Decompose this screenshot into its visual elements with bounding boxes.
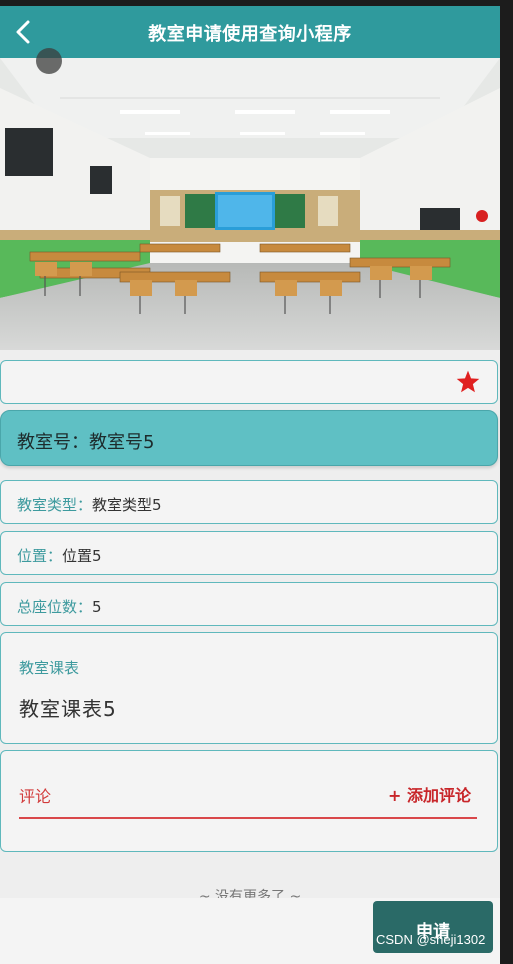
seats-value: 5: [92, 598, 102, 616]
schedule-value: 教室课表5: [19, 697, 117, 721]
position: 位置：位置5: [17, 545, 102, 566]
seats-row: 总座位数：5: [0, 582, 498, 626]
room-number-card: 教室号：教室号5: [0, 410, 498, 466]
room-type: 教室类型：教室类型5: [17, 494, 162, 515]
favorite-row: [0, 360, 498, 404]
room-number-value: 教室号5: [89, 432, 155, 453]
add-comment-button[interactable]: + 添加评论: [388, 782, 471, 806]
room-type-sep: ：: [77, 496, 93, 514]
comment-label: 评论: [19, 787, 52, 806]
page-title: 教室申请使用查询小程序: [148, 24, 352, 45]
phone-screen: 教室申请使用查询小程序 教室号：教室号5 教室类型：教室类型5 位置：位置5 总…: [0, 6, 500, 964]
comment-card: 评论 + 添加评论: [0, 750, 498, 852]
schedule-title: 教室课表: [19, 659, 80, 677]
star-icon[interactable]: [455, 369, 481, 395]
position-label: 位置: [17, 547, 48, 565]
seats-label: 总座位数: [17, 598, 78, 616]
room-number-label: 教室号：: [17, 432, 89, 453]
room-number: 教室号：教室号5: [17, 428, 154, 454]
room-type-value: 教室类型5: [92, 496, 162, 514]
room-type-label: 教室类型: [17, 496, 78, 514]
navbar: 教室申请使用查询小程序: [0, 6, 500, 58]
schedule-card: 教室课表 教室课表5: [0, 632, 498, 744]
comment-divider: [19, 817, 477, 819]
floating-dot[interactable]: [36, 48, 62, 74]
position-value: 位置5: [62, 547, 102, 565]
seats: 总座位数：5: [17, 596, 102, 617]
position-row: 位置：位置5: [0, 531, 498, 575]
watermark: CSDN @sheji1302: [376, 932, 486, 947]
seats-sep: ：: [77, 598, 93, 616]
position-sep: ：: [47, 547, 63, 565]
room-type-row: 教室类型：教室类型5: [0, 480, 498, 524]
classroom-image: [0, 58, 500, 350]
